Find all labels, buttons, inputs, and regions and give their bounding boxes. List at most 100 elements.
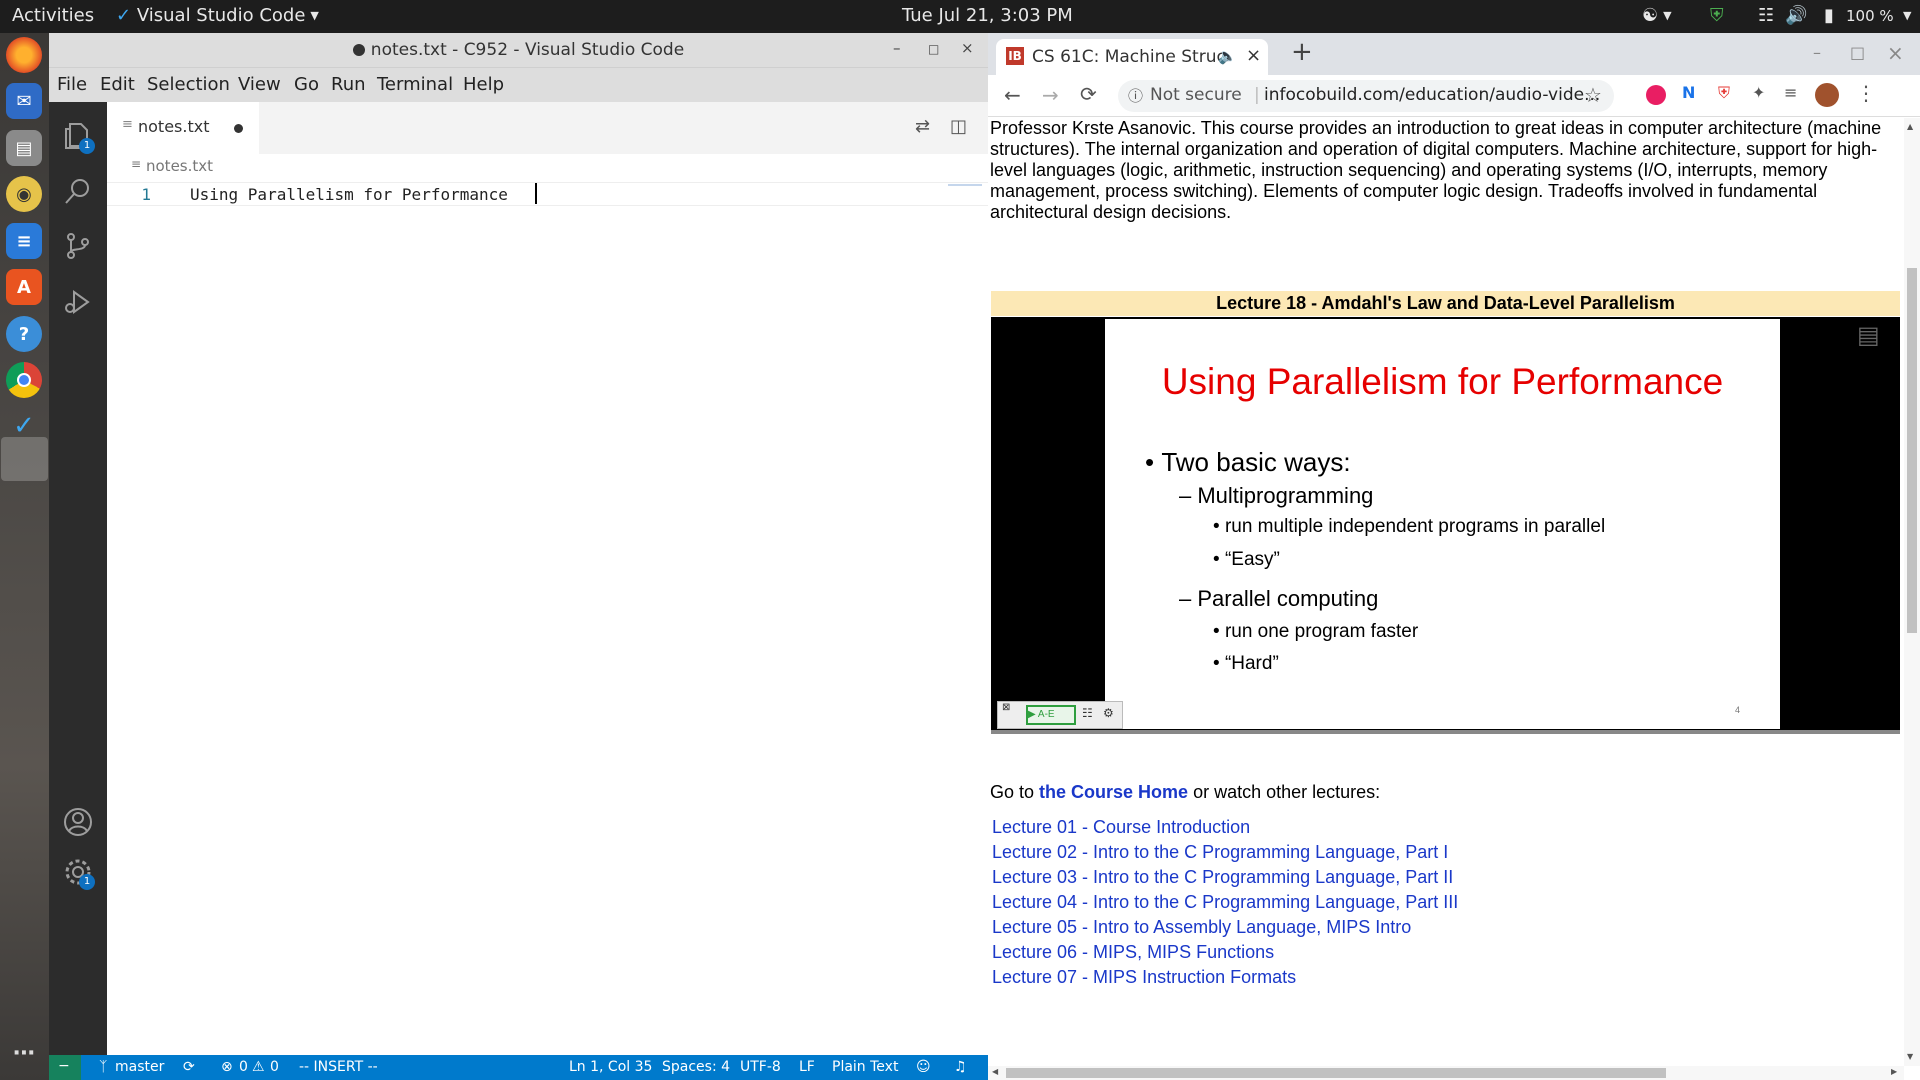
scroll-right-icon[interactable]: ▶ <box>1891 1067 1897 1076</box>
bookmark-star-icon[interactable]: ☆ <box>1584 83 1602 107</box>
menu-terminal[interactable]: Terminal <box>377 74 453 95</box>
software-center-icon[interactable]: A <box>6 269 42 305</box>
horizontal-scrollbar[interactable]: ◀ ▶ <box>988 1066 1904 1080</box>
code-editor[interactable]: 1 Using Parallelism for Performance <box>107 180 988 1055</box>
menu-go[interactable]: Go <box>294 74 319 95</box>
vertical-scrollbar[interactable]: ▲ ▼ <box>1904 118 1920 1066</box>
chrome-menu-icon[interactable]: ⋮ <box>1856 81 1876 105</box>
player-close-icon[interactable]: ⊠ <box>1002 702 1010 713</box>
system-menu-caret-icon[interactable]: ▼ <box>1898 5 1911 26</box>
menu-selection[interactable]: Selection <box>147 74 230 95</box>
minimize-button[interactable]: – <box>893 39 901 57</box>
chrome-maximize-button[interactable]: □ <box>1850 43 1865 62</box>
scroll-down-icon[interactable]: ▼ <box>1907 1052 1913 1061</box>
equalizer-icon[interactable]: ☷ <box>1082 706 1093 720</box>
extension-pink-icon[interactable] <box>1646 85 1666 105</box>
browser-tab[interactable]: IB CS 61C: Machine Struc 🔈 × <box>996 39 1268 75</box>
scroll-up-icon[interactable]: ▲ <box>1907 122 1913 131</box>
lecture-link[interactable]: Lecture 02 - Intro to the C Programming … <box>992 842 1448 862</box>
settings-gear-icon[interactable]: 1 <box>62 856 95 890</box>
battery-icon[interactable]: ▮ <box>1824 5 1834 26</box>
minimap[interactable] <box>948 184 982 186</box>
help-icon[interactable]: ? <box>6 316 42 352</box>
writer-icon[interactable]: ≡ <box>6 223 42 259</box>
code-line[interactable]: Using Parallelism for Performance <box>190 185 518 204</box>
remote-indicator[interactable]: − <box>49 1055 81 1080</box>
menu-view[interactable]: View <box>238 74 281 95</box>
lecture-link[interactable]: Lecture 03 - Intro to the C Programming … <box>992 867 1453 887</box>
menu-edit[interactable]: Edit <box>100 74 135 95</box>
tab-notes-txt[interactable]: ≡ notes.txt <box>107 102 259 154</box>
profile-avatar[interactable] <box>1815 83 1839 107</box>
vertical-scroll-thumb[interactable] <box>1907 268 1917 633</box>
menu-help[interactable]: Help <box>463 74 504 95</box>
chrome-icon[interactable] <box>6 362 42 398</box>
lecture-link[interactable]: Lecture 04 - Intro to the C Programming … <box>992 892 1458 912</box>
explorer-icon[interactable]: 1 <box>62 120 95 154</box>
forward-arrow-icon[interactable]: → <box>1042 83 1059 107</box>
show-apps-icon[interactable]: ⋯ <box>6 1035 42 1071</box>
video-player[interactable]: Using Parallelism for Performance • Two … <box>991 317 1900 734</box>
firefox-icon[interactable] <box>6 37 42 73</box>
extensions-puzzle-icon[interactable]: ✦ <box>1752 83 1765 102</box>
player-settings-icon[interactable]: ⚙ <box>1103 706 1114 720</box>
breadcrumb-file[interactable]: notes.txt <box>146 157 213 175</box>
tab-close-icon[interactable]: × <box>1246 45 1261 66</box>
extension-shield-icon[interactable]: ⛨ <box>1718 83 1730 103</box>
search-icon[interactable] <box>62 175 94 207</box>
clock[interactable]: Tue Jul 21, 3:03 PM <box>902 5 1073 26</box>
url-text[interactable]: infocobuild.com/education/audio-vide... <box>1264 85 1600 105</box>
feedback-icon[interactable]: ☺ <box>916 1059 931 1075</box>
address-bar[interactable]: ⓘ Not secure | infocobuild.com/education… <box>1118 80 1614 112</box>
split-editor-icon[interactable]: ◫ <box>950 116 967 137</box>
scroll-left-icon[interactable]: ◀ <box>992 1067 998 1076</box>
run-debug-icon[interactable] <box>62 286 94 318</box>
branch-name[interactable]: master <box>115 1059 164 1075</box>
trash-icon[interactable]: ▤ <box>1857 321 1880 350</box>
source-control-icon[interactable] <box>62 230 94 262</box>
security-label[interactable]: Not secure <box>1150 85 1242 105</box>
account-icon[interactable] <box>62 806 94 838</box>
rhythmbox-icon[interactable]: ◉ <box>6 176 42 212</box>
activities-button[interactable]: Activities <box>12 5 94 26</box>
accessibility-icon[interactable]: ☯ ▼ <box>1642 5 1672 26</box>
video-progress-bar[interactable] <box>991 730 1900 734</box>
app-menu[interactable]: ✓ Visual Studio Code ▼ <box>116 5 319 26</box>
close-button[interactable]: × <box>961 39 974 57</box>
menu-run[interactable]: Run <box>331 74 366 95</box>
encoding[interactable]: UTF-8 <box>740 1059 781 1075</box>
tab-audio-icon[interactable]: 🔈 <box>1218 47 1237 65</box>
menu-file[interactable]: File <box>57 74 87 95</box>
thunderbird-icon[interactable]: ✉ <box>6 83 42 119</box>
notifications-bell-icon[interactable]: ♫ <box>954 1059 967 1075</box>
lecture-link[interactable]: Lecture 01 - Course Introduction <box>992 817 1250 837</box>
network-icon[interactable]: ☷ <box>1758 5 1774 26</box>
new-tab-button[interactable]: + <box>1291 37 1313 67</box>
back-arrow-icon[interactable]: ← <box>1004 83 1021 107</box>
tab-dirty-dot-icon[interactable] <box>234 124 243 133</box>
line-ending[interactable]: LF <box>799 1059 815 1075</box>
cursor-position[interactable]: Ln 1, Col 35 <box>569 1059 652 1075</box>
extension-n-icon[interactable]: N <box>1682 83 1695 102</box>
sync-icon[interactable]: ⟳ <box>183 1059 195 1075</box>
reload-icon[interactable]: ⟳ <box>1080 82 1097 106</box>
lecture-link[interactable]: Lecture 05 - Intro to Assembly Language,… <box>992 917 1411 937</box>
course-home-link[interactable]: the Course Home <box>1039 782 1188 802</box>
info-icon[interactable]: ⓘ <box>1128 85 1143 106</box>
error-icon[interactable]: ⊗ <box>221 1059 233 1075</box>
maximize-button[interactable]: □ <box>928 42 939 56</box>
open-changes-icon[interactable]: ⇄ <box>915 116 930 137</box>
files-icon[interactable]: ▤ <box>6 130 42 166</box>
chrome-close-button[interactable]: × <box>1887 41 1904 65</box>
chrome-minimize-button[interactable]: – <box>1813 43 1821 62</box>
lecture-link[interactable]: Lecture 06 - MIPS, MIPS Functions <box>992 942 1274 962</box>
shield-check-icon[interactable]: ⛨ <box>1710 5 1724 26</box>
breadcrumb[interactable]: ≡ notes.txt <box>107 154 988 180</box>
language-mode[interactable]: Plain Text <box>832 1059 898 1075</box>
horizontal-scroll-thumb[interactable] <box>1006 1068 1666 1078</box>
lecture-link[interactable]: Lecture 07 - MIPS Instruction Formats <box>992 967 1296 987</box>
vscode-icon[interactable]: ✓ <box>6 408 42 444</box>
volume-icon[interactable]: 🔊 <box>1785 5 1807 26</box>
media-controls-icon[interactable]: ≡ <box>1784 83 1797 102</box>
indentation[interactable]: Spaces: 4 <box>662 1059 730 1075</box>
